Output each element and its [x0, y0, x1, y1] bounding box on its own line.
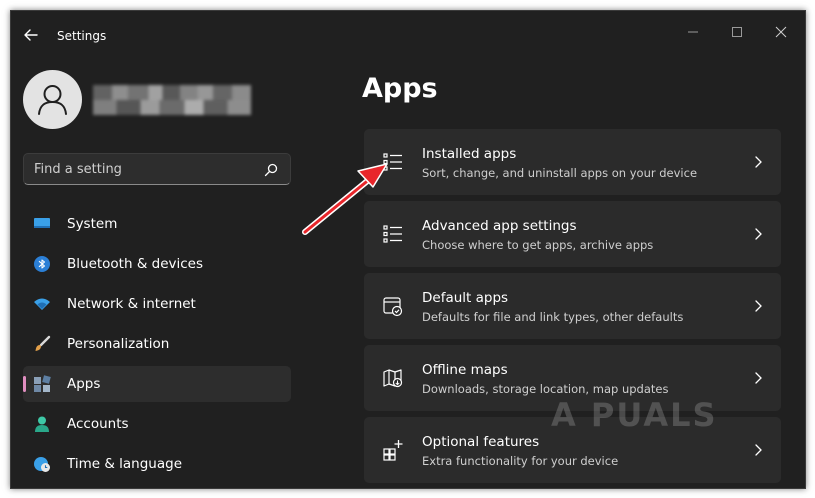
app-title: Settings	[57, 29, 107, 43]
sidebar-item-label: System	[67, 216, 118, 232]
page-title: Apps	[362, 73, 438, 104]
card-subtitle: Downloads, storage location, map updates	[422, 382, 669, 396]
sidebar-item-label: Personalization	[67, 336, 170, 352]
minimize-button[interactable]	[673, 17, 713, 47]
sidebar-item-label: Network & internet	[67, 296, 196, 312]
sidebar-item-label: Accounts	[67, 416, 129, 432]
search-input[interactable]	[34, 160, 254, 178]
default-apps-card[interactable]: Default apps Defaults for file and link …	[364, 273, 781, 339]
sidebar-item-accounts[interactable]: Accounts	[23, 406, 291, 442]
map-icon	[383, 369, 403, 388]
card-title: Default apps	[422, 290, 509, 306]
optional-features-icon	[383, 440, 403, 461]
search-box[interactable]	[23, 153, 291, 185]
back-arrow-icon	[24, 29, 38, 41]
apps-settings-list: Installed apps Sort, change, and uninsta…	[364, 129, 781, 488]
list-icon	[383, 153, 402, 171]
card-title: Advanced app settings	[422, 218, 577, 234]
user-icon	[38, 85, 67, 115]
person-icon	[35, 416, 49, 432]
sidebar-item-label: Bluetooth & devices	[67, 256, 204, 272]
default-apps-icon	[383, 297, 403, 317]
chevron-right-icon	[755, 300, 762, 312]
installed-apps-card[interactable]: Installed apps Sort, change, and uninsta…	[364, 129, 781, 195]
wifi-icon	[34, 298, 50, 310]
sidebar-item-label: Time & language	[67, 456, 183, 472]
paintbrush-icon	[35, 335, 51, 351]
advanced-app-settings-card[interactable]: Advanced app settings Choose where to ge…	[364, 201, 781, 267]
blurred-account-name	[93, 85, 251, 115]
chevron-right-icon	[755, 228, 762, 240]
close-icon	[775, 26, 787, 38]
chevron-right-icon	[755, 372, 762, 384]
sidebar-item-network[interactable]: Network & internet	[23, 286, 291, 322]
list-settings-icon	[383, 225, 402, 243]
minimize-icon	[688, 31, 698, 33]
back-button[interactable]	[19, 23, 43, 47]
sidebar-item-system[interactable]: System	[23, 206, 291, 242]
sidebar-item-personalization[interactable]: Personalization	[23, 326, 291, 362]
sidebar-item-bluetooth[interactable]: Bluetooth & devices	[23, 246, 291, 282]
globe-clock-icon	[34, 457, 50, 472]
apps-icon	[34, 375, 51, 392]
sidebar-item-time-language[interactable]: Time & language	[23, 446, 291, 482]
card-subtitle: Choose where to get apps, archive apps	[422, 238, 654, 252]
sidebar-item-label: Apps	[67, 376, 101, 392]
avatar[interactable]	[23, 70, 82, 129]
title-bar: Settings	[11, 11, 805, 51]
card-title: Installed apps	[422, 146, 517, 162]
search-icon[interactable]	[264, 163, 278, 177]
bluetooth-icon	[34, 256, 50, 272]
card-title: Optional features	[422, 434, 540, 450]
card-subtitle: Sort, change, and uninstall apps on your…	[422, 166, 698, 180]
settings-window: Settings System	[10, 10, 806, 489]
maximize-button[interactable]	[717, 17, 757, 47]
card-subtitle: Defaults for file and link types, other …	[422, 310, 684, 324]
close-button[interactable]	[761, 17, 801, 47]
monitor-icon	[34, 218, 50, 228]
chevron-right-icon	[755, 444, 762, 456]
chevron-right-icon	[755, 156, 762, 168]
card-title: Offline maps	[422, 362, 508, 378]
sidebar-item-apps[interactable]: Apps	[23, 366, 291, 402]
card-subtitle: Extra functionality for your device	[422, 454, 619, 468]
sidebar-nav: System Bluetooth & devices Network & int…	[23, 206, 291, 486]
watermark-logo: A PUALS	[551, 396, 718, 434]
maximize-icon	[732, 27, 742, 37]
